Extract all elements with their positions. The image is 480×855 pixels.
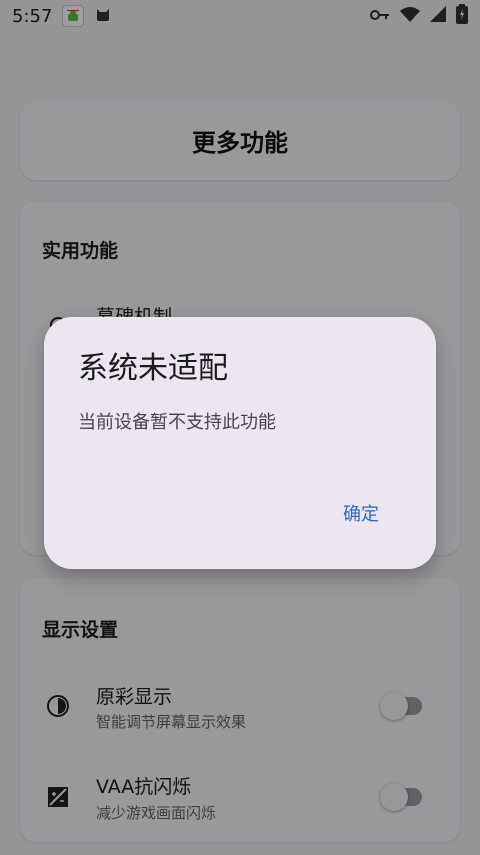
dialog-message: 当前设备暂不支持此功能	[78, 412, 276, 433]
dialog-ok-button[interactable]: 确定	[328, 493, 394, 533]
unsupported-dialog: 系统未适配 当前设备暂不支持此功能 确定	[44, 317, 436, 569]
dialog-title: 系统未适配	[78, 351, 228, 386]
